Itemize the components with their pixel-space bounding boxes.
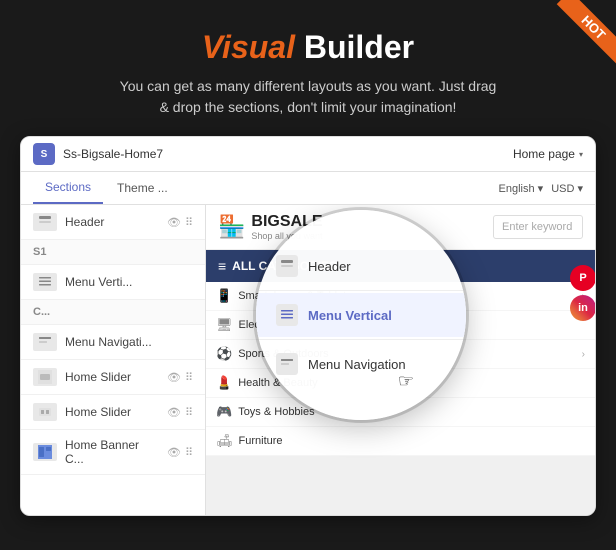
menu-nav-icon: [33, 333, 57, 351]
section-item-home-services[interactable]: Home Slider 👁 ⠿: [21, 395, 205, 430]
pinterest-button[interactable]: P: [570, 265, 595, 291]
magnifier-item-menu-vertical[interactable]: Menu Vertical: [256, 293, 466, 337]
drag-icon-services[interactable]: ⠿: [185, 406, 193, 419]
left-panel: Header 👁 ⠿ S1 Menu Verti... C... Menu Na…: [21, 205, 206, 515]
store-logo-icon: 🏪: [218, 214, 245, 240]
hamburger-icon: ≡: [218, 258, 226, 274]
mag-menu-vert-label: Menu Vertical: [308, 308, 392, 323]
sports-icon: ⚽: [216, 346, 232, 362]
section-item-home-slider[interactable]: Home Slider 👁 ⠿: [21, 360, 205, 395]
instagram-button[interactable]: in: [570, 295, 595, 321]
section-slider-actions: 👁 ⠿: [167, 371, 193, 384]
shopify-icon: S: [33, 143, 55, 165]
mag-header-icon: [276, 255, 298, 277]
chevron-down-icon: ▾: [579, 150, 583, 159]
builder-mockup: S Ss-Bigsale-Home7 Home page ▾ Sections …: [20, 136, 596, 516]
tab-theme[interactable]: Theme ...: [105, 173, 180, 203]
section-label-home-slider: Home Slider: [65, 370, 159, 384]
category-label-toys: Toys & Hobbies: [238, 406, 314, 418]
magnifier-overlay: Header Menu Vertical Menu Navigation: [256, 210, 466, 420]
section-group-s1: S1: [21, 240, 205, 265]
toys-icon: 🎮: [216, 404, 232, 420]
section-label-header: Header: [65, 215, 159, 229]
eye-icon-services[interactable]: 👁: [167, 406, 181, 419]
tabs-right: English ▾ USD ▾: [499, 182, 583, 195]
drag-icon-banner[interactable]: ⠿: [185, 446, 193, 459]
title-visual: Visual: [202, 29, 295, 65]
currency-selector[interactable]: USD ▾: [551, 182, 583, 195]
section-label-home-banner: Home Banner C...: [65, 438, 159, 466]
eye-icon[interactable]: 👁: [167, 216, 181, 229]
home-banner-icon: [33, 443, 57, 461]
mag-header-label: Header: [308, 259, 351, 274]
hot-badge-label: HOT: [557, 0, 616, 64]
mag-divider-2: [256, 339, 466, 340]
drag-icon-slider[interactable]: ⠿: [185, 371, 193, 384]
magnifier-item-header[interactable]: Header: [256, 244, 466, 288]
eye-icon-slider[interactable]: 👁: [167, 371, 181, 384]
furniture-icon: 🛋: [216, 433, 233, 449]
social-sidebar: P in: [570, 265, 595, 321]
section-banner-actions: 👁 ⠿: [167, 446, 193, 459]
mag-divider-1: [256, 290, 466, 291]
hot-badge: HOT: [546, 0, 616, 70]
section-label-home-services: Home Slider: [65, 405, 159, 419]
drag-icon[interactable]: ⠿: [185, 216, 193, 229]
mockup-topbar: S Ss-Bigsale-Home7 Home page ▾: [21, 137, 595, 172]
mag-menu-vert-icon: [276, 304, 298, 326]
home-services-icon: [33, 403, 57, 421]
tabs-left: Sections Theme ...: [33, 172, 180, 204]
lang-selector[interactable]: English ▾: [499, 182, 544, 195]
page-selector[interactable]: Home page ▾: [513, 147, 583, 161]
mag-menu-nav-icon: [276, 353, 298, 375]
page-header: HOT Visual Builder You can get as many d…: [0, 0, 616, 136]
health-icon: 💄: [216, 375, 232, 391]
search-bar[interactable]: Enter keyword: [493, 215, 583, 239]
magnifier-item-menu-nav[interactable]: Menu Navigation: [256, 342, 466, 386]
category-label-furniture: Furniture: [239, 435, 283, 447]
section-item-menu-nav[interactable]: Menu Navigati...: [21, 325, 205, 360]
category-furniture[interactable]: 🛋 Furniture: [206, 427, 595, 456]
site-name: Ss-Bigsale-Home7: [63, 147, 505, 161]
right-preview: 🏪 BIGSALE Shop all you want Enter keywor…: [206, 205, 595, 515]
header-section-icon: [33, 213, 57, 231]
mockup-content: Header 👁 ⠿ S1 Menu Verti... C... Menu Na…: [21, 205, 595, 515]
eye-icon-banner[interactable]: 👁: [167, 446, 181, 459]
section-header-actions: 👁 ⠿: [167, 216, 193, 229]
section-item-home-banner[interactable]: Home Banner C... 👁 ⠿: [21, 430, 205, 475]
section-group-c: C...: [21, 300, 205, 325]
section-services-actions: 👁 ⠿: [167, 406, 193, 419]
section-label-menu-vert: Menu Verti...: [65, 275, 193, 289]
section-item-header[interactable]: Header 👁 ⠿: [21, 205, 205, 240]
section-label-menu-nav: Menu Navigati...: [65, 335, 193, 349]
smartphones-icon: 📱: [216, 288, 232, 304]
electronics-icon: 🖥: [216, 317, 233, 333]
mag-menu-nav-label: Menu Navigation: [308, 357, 406, 372]
tab-sections[interactable]: Sections: [33, 172, 103, 204]
menu-vert-icon: [33, 273, 57, 291]
section-item-menu-vert[interactable]: Menu Verti...: [21, 265, 205, 300]
home-slider-icon: [33, 368, 57, 386]
arrow-icon-sports: ›: [582, 349, 585, 360]
title-rest: Builder: [295, 29, 414, 65]
page-subtitle: You can get as many different layouts as…: [20, 76, 596, 118]
page-title: Visual Builder: [20, 28, 596, 66]
mockup-tabs: Sections Theme ... English ▾ USD ▾: [21, 172, 595, 205]
